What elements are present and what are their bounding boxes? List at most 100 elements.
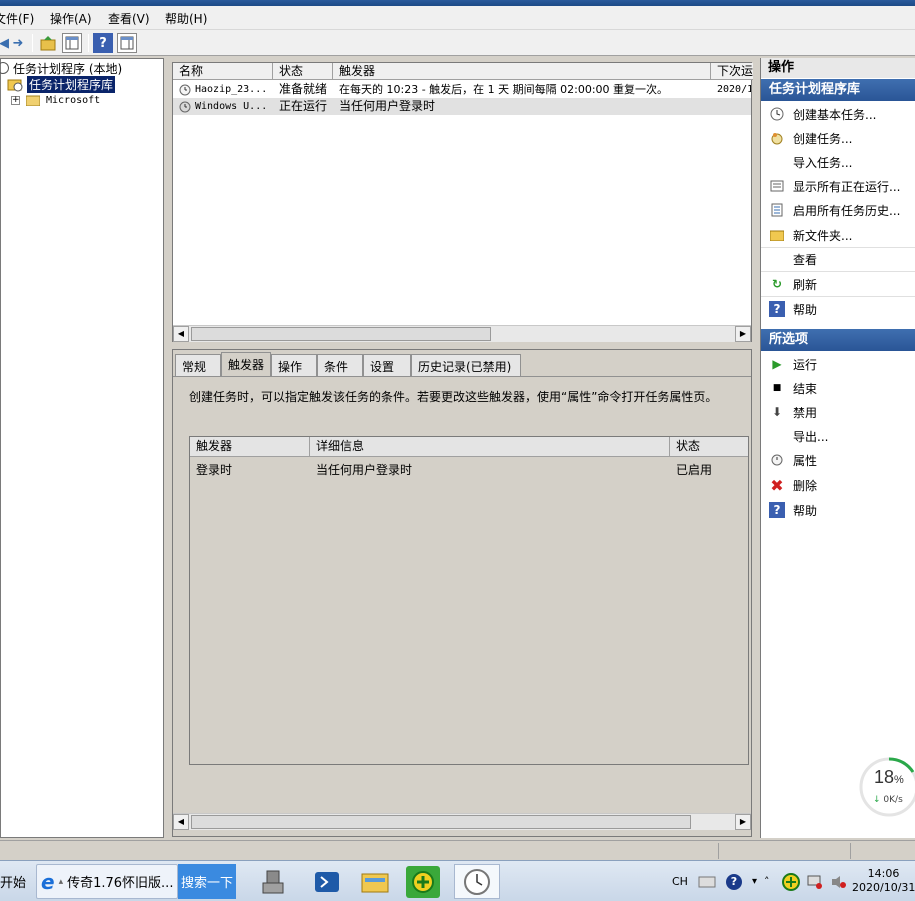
action-show-running[interactable]: 显示所有正在运行... [761,175,915,197]
help-icon[interactable]: ? [93,33,113,53]
column-header-details[interactable]: 详细信息 [310,437,670,457]
separator [761,271,915,272]
taskbar-explorer[interactable] [358,864,392,899]
scroll-right-icon[interactable]: ▶ [735,326,751,342]
trigger-description: 创建任务时，可以指定触发该任务的条件。若要更改这些触发器，使用“属性”命令打开任… [189,390,718,404]
delete-icon: ✖ [770,475,784,495]
action-end[interactable]: ■ 结束 [761,377,915,399]
action-label: 创建任务... [793,131,853,146]
horizontal-scrollbar[interactable]: ◀ ▶ [173,813,751,830]
folder-icon [358,866,392,898]
powershell-icon [310,866,344,898]
volume-tray-icon[interactable] [830,864,848,899]
action-disable[interactable]: ⬇ 禁用 [761,401,915,423]
scroll-thumb[interactable] [191,815,691,829]
clock[interactable]: 14:06 2020/10/31 [852,867,915,895]
action-label: 帮助 [793,302,818,317]
clock-time: 14:06 [867,867,900,880]
column-header-name[interactable]: 名称 [173,63,273,80]
keyboard-icon[interactable] [698,864,716,899]
disable-icon: ⬇ [771,405,783,419]
expand-icon[interactable]: + [11,95,20,105]
tree-root[interactable]: 任务计划程序 (本地) [0,60,122,76]
menu-action[interactable]: 操作(A) [50,10,92,27]
actions-section-selected[interactable]: 所选项 [761,329,915,351]
tree-item-microsoft-label: Microsoft [46,94,101,106]
trigger-cell[interactable]: 登录时 [196,461,232,478]
scroll-left-icon[interactable]: ◀ [173,814,189,830]
scroll-left-icon[interactable]: ◀ [173,326,189,342]
tab-general[interactable]: 常规 [175,354,221,376]
tab-settings[interactable]: 设置 [363,354,411,376]
action-import-task[interactable]: 导入任务... [761,151,915,173]
table-row[interactable]: Haozip_23... 准备就绪 在每天的 10:23 - 触发后，在 1 天… [173,81,751,98]
action-create-basic-task[interactable]: 创建基本任务... [761,103,915,125]
clock-icon [179,98,191,118]
help-tray-icon[interactable]: ? [726,864,742,899]
taskbar-server-manager[interactable] [256,864,290,899]
taskbar-ie-window[interactable]: e ▴ 传奇1.76怀旧版... [36,864,178,899]
trigger-status-cell[interactable]: 已启用 [676,461,712,478]
show-hide-tree-icon[interactable] [62,33,82,53]
forward-icon[interactable]: ➜ [8,33,28,53]
action-run[interactable]: ▶ 运行 [761,353,915,375]
action-label: 结束 [793,381,818,396]
horizontal-scrollbar[interactable]: ◀ ▶ [173,325,751,342]
scroll-thumb[interactable] [191,327,491,341]
action-properties[interactable]: 属性 [761,449,915,471]
action-create-task[interactable]: 创建任务... [761,127,915,149]
toolbar: ◀ ➜ ? [0,30,915,56]
taskbar-task-scheduler[interactable] [454,864,500,899]
tab-conditions[interactable]: 条件 [317,354,363,376]
tab-history[interactable]: 历史记录(已禁用) [411,354,521,376]
input-language[interactable]: CH [672,864,688,899]
action-view[interactable]: 查看 [761,248,915,270]
action-refresh[interactable]: ↻ 刷新 [761,273,915,295]
status-bar [0,840,915,860]
action-label: 启用所有任务历史... [793,203,901,218]
scroll-right-icon[interactable]: ▶ [735,814,751,830]
taskbar-360-app[interactable] [406,864,440,899]
show-hide-action-pane-icon[interactable] [117,33,137,53]
table-row[interactable]: Windows U... 正在运行 当任何用户登录时 [173,98,751,115]
start-button[interactable]: 开始 [0,864,26,899]
task-status: 准备就绪 [279,82,328,96]
task-trigger: 当任何用户登录时 [339,99,436,113]
menu-file[interactable]: 文件(F) [0,10,34,27]
action-help-selected[interactable]: ? 帮助 [761,499,915,521]
column-header-status[interactable]: 状态 [273,63,333,80]
network-tray-icon[interactable] [806,864,824,899]
taskbar-powershell[interactable] [310,864,344,899]
action-delete[interactable]: ✖ 删除 [761,474,915,496]
network-speed-gauge[interactable]: 18% ↓ 0K/s [857,755,915,819]
actions-section-library[interactable]: 任务计划程序库 [761,79,915,101]
ime-options-icon[interactable]: ▾ [752,864,757,899]
up-folder-icon[interactable] [38,33,58,53]
search-button[interactable]: 搜索一下 [178,864,236,899]
tab-triggers[interactable]: 触发器 [221,352,271,376]
show-hidden-icons-icon[interactable]: ˄ [764,864,770,899]
column-header-state[interactable]: 状态 [670,437,748,457]
tree-item-library[interactable]: 任务计划程序库 [7,75,116,93]
action-label: 导入任务... [793,155,853,170]
trigger-detail-cell[interactable]: 当任何用户登录时 [316,461,412,478]
folder-icon [26,95,40,106]
task-status: 正在运行 [279,99,328,113]
column-header-trigger[interactable]: 触发器 [190,437,310,457]
tree-item-microsoft[interactable]: + Microsoft [11,92,100,108]
action-label: 新文件夹... [793,228,853,243]
menu-view[interactable]: 查看(V) [108,10,150,27]
action-enable-history[interactable]: 启用所有任务历史... [761,199,915,221]
action-label: 查看 [793,252,818,267]
tab-actions[interactable]: 操作 [271,354,317,376]
column-header-trigger[interactable]: 触发器 [333,63,711,80]
menu-help[interactable]: 帮助(H) [165,10,207,27]
separator [761,296,915,297]
clock-icon [0,62,9,74]
console-tree: 任务计划程序 (本地) 任务计划程序库 + Microsoft [0,58,164,838]
column-header-next-run[interactable]: 下次运 [711,63,753,80]
action-new-folder[interactable]: 新文件夹... [761,224,915,246]
360-tray-icon[interactable] [782,864,800,899]
action-export[interactable]: 导出... [761,425,915,447]
action-help[interactable]: ? 帮助 [761,298,915,320]
